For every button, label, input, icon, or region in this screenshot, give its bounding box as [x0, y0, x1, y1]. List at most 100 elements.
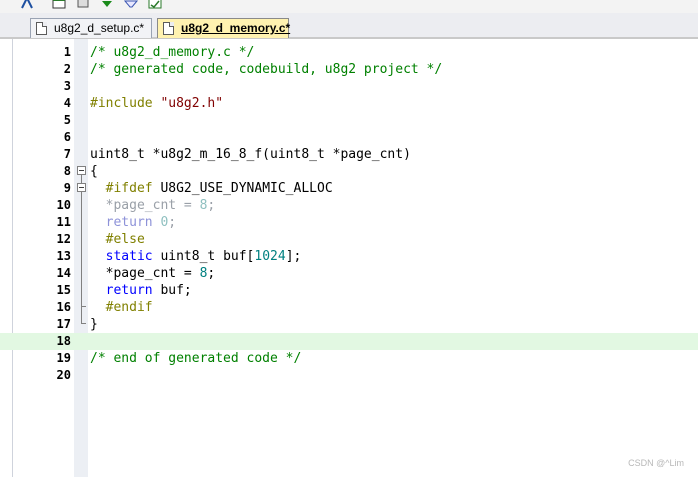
fold-end-ifdef: [81, 306, 86, 307]
code-line[interactable]: 13 static uint8_t buf[1024];: [0, 248, 698, 265]
code-text: #ifdef U8G2_USE_DYNAMIC_ALLOC: [90, 180, 333, 197]
code-line[interactable]: 17}: [0, 316, 698, 333]
code-line[interactable]: 20: [0, 367, 698, 384]
code-text: /* u8g2_d_memory.c */: [90, 44, 254, 61]
tab-u8g2-d-memory[interactable]: u8g2_d_memory.c*: [157, 18, 291, 38]
line-number: 8: [63, 164, 71, 178]
line-number: 17: [56, 317, 71, 331]
line-number: 11: [56, 215, 71, 229]
code-token: #endif: [105, 300, 153, 315]
fold-toggle-function[interactable]: [77, 166, 86, 175]
code-line[interactable]: 18: [0, 333, 698, 350]
code-token: return: [105, 215, 161, 230]
code-text: *page_cnt = 8;: [90, 265, 216, 282]
code-token: }: [90, 317, 98, 332]
fold-guide-function: [81, 175, 82, 323]
code-token: #include: [90, 96, 161, 111]
code-token: {: [90, 164, 98, 179]
code-text: #else: [90, 231, 145, 248]
line-number: 19: [56, 351, 71, 365]
fold-toggle-ifdef[interactable]: [77, 183, 86, 192]
fold-end-function: [81, 323, 86, 324]
code-text: return 0;: [90, 214, 176, 231]
code-line[interactable]: 3: [0, 78, 698, 95]
line-number: 15: [56, 283, 71, 297]
code-text: }: [90, 316, 98, 333]
code-token: #ifdef: [105, 181, 161, 196]
window-icon[interactable]: [52, 0, 66, 9]
line-number: 10: [56, 198, 71, 212]
code-token: /* u8g2_d_memory.c */: [90, 45, 255, 60]
code-line[interactable]: 6: [0, 129, 698, 146]
code-token: static: [105, 249, 161, 264]
line-number: 2: [63, 62, 71, 76]
code-line[interactable]: 16 #endif: [0, 299, 698, 316]
code-token: /* generated code, codebuild, u8g2 proje…: [90, 62, 443, 77]
code-token: buf;: [160, 283, 192, 298]
code-token: 1024: [254, 249, 286, 264]
line-number: 12: [56, 232, 71, 246]
code-line[interactable]: 1 /* u8g2_d_memory.c */: [0, 44, 698, 61]
tab-label: u8g2_d_setup.c*: [54, 21, 145, 35]
code-line[interactable]: 11 return 0;: [0, 214, 698, 231]
line-number: 16: [56, 300, 71, 314]
code-line[interactable]: 5: [0, 112, 698, 129]
code-text: static uint8_t buf[1024];: [90, 248, 302, 265]
image-check-icon[interactable]: [148, 0, 162, 9]
code-line[interactable]: 12 #else: [0, 231, 698, 248]
line-number: 9: [63, 181, 71, 195]
code-text: uint8_t *u8g2_m_16_8_f(uint8_t *page_cnt…: [90, 146, 411, 163]
code-token: /* end of generated code */: [90, 351, 302, 366]
code-text: *page_cnt = 8;: [90, 197, 216, 214]
code-token: U8G2_USE_DYNAMIC_ALLOC: [160, 181, 333, 196]
code-text: #include "u8g2.h": [90, 95, 223, 112]
code-line[interactable]: 19 /* end of generated code */: [0, 350, 698, 367]
line-number: 6: [63, 130, 71, 144]
code-token: "u8g2.h": [160, 96, 224, 111]
file-icon: [36, 22, 47, 35]
code-line[interactable]: 7 uint8_t *u8g2_m_16_8_f(uint8_t *page_cn…: [0, 146, 698, 163]
structure-icon[interactable]: [20, 0, 34, 9]
code-token: #else: [105, 232, 145, 247]
toolbar: [0, 0, 698, 13]
line-number: 7: [63, 147, 71, 161]
code-token: *page_cnt =: [90, 198, 200, 213]
code-token: uint8_t buf[: [160, 249, 255, 264]
code-line[interactable]: 10 *page_cnt = 8;: [0, 197, 698, 214]
code-text: return buf;: [90, 282, 192, 299]
file-icon: [163, 22, 174, 35]
watermark: CSDN @^Lim: [628, 458, 684, 468]
tab-label: u8g2_d_memory.c*: [181, 21, 291, 35]
line-number: 13: [56, 249, 71, 263]
code-text: /* generated code, codebuild, u8g2 proje…: [90, 61, 442, 78]
code-line[interactable]: 2 /* generated code, codebuild, u8g2 proj…: [0, 61, 698, 78]
stack-icon[interactable]: [76, 0, 90, 9]
code-line[interactable]: 15 return buf;: [0, 282, 698, 299]
line-number: 3: [63, 79, 71, 93]
code-token: ];: [285, 249, 302, 264]
code-line[interactable]: 9 #ifdef U8G2_USE_DYNAMIC_ALLOC: [0, 180, 698, 197]
code-token: uint8_t *u8g2_m_16_8_f(uint8_t *page_cnt…: [90, 147, 411, 162]
line-number: 14: [56, 266, 71, 280]
code-token: *page_cnt =: [90, 266, 200, 281]
code-line[interactable]: 4 #include "u8g2.h": [0, 95, 698, 112]
code-line[interactable]: 8{: [0, 163, 698, 180]
line-number: 18: [56, 334, 71, 348]
diamond-down-icon[interactable]: [100, 0, 114, 9]
code-line[interactable]: 14 *page_cnt = 8;: [0, 265, 698, 282]
tab-bar: u8g2_d_setup.c* u8g2_d_memory.c*: [0, 13, 698, 39]
code-token: ;: [207, 198, 216, 213]
code-text: #endif: [90, 299, 153, 316]
tab-u8g2-d-setup[interactable]: u8g2_d_setup.c*: [30, 18, 152, 38]
line-number: 20: [56, 368, 71, 382]
line-number: 1: [63, 45, 71, 59]
code-token: return: [105, 283, 161, 298]
filter-icon[interactable]: [124, 0, 138, 9]
code-token: ;: [168, 215, 177, 230]
